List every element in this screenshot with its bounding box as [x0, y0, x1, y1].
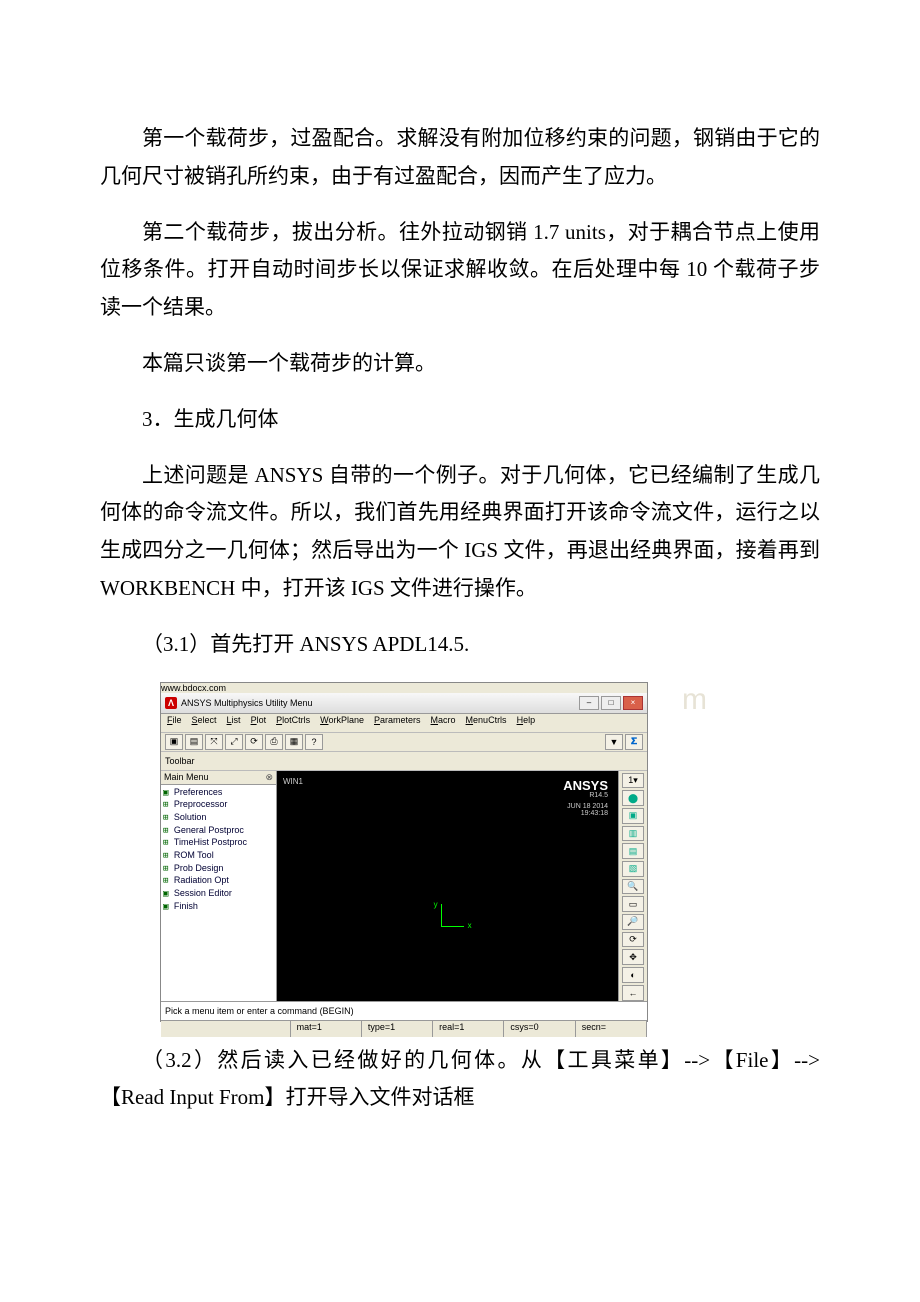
- tree-finish[interactable]: ▣ Finish: [163, 901, 274, 914]
- status-type: type=1: [362, 1021, 433, 1037]
- status-secn: secn=: [576, 1021, 647, 1037]
- toolbar-resume-icon[interactable]: ▤: [185, 734, 203, 750]
- app-icon: Λ: [165, 697, 177, 709]
- status-bar: mat=1 type=1 real=1 csys=0 secn=: [161, 1020, 647, 1037]
- status-empty: [161, 1021, 291, 1037]
- tree-timehist-postproc[interactable]: ⊞ TimeHist Postproc: [163, 837, 274, 850]
- view-zoom-box-icon[interactable]: ▭: [622, 896, 644, 912]
- view-rate-icon[interactable]: ←: [622, 985, 644, 1001]
- view-front-icon[interactable]: ▣: [622, 808, 644, 824]
- toolbar-print-icon[interactable]: ⎙: [265, 734, 283, 750]
- tree-rom-tool[interactable]: ⊞ ROM Tool: [163, 850, 274, 863]
- menu-list[interactable]: List: [227, 715, 241, 731]
- main-menu-title: Main Menu: [164, 772, 209, 783]
- view-toolbar: 1▾ ⬤ ▣ ▥ ▤ ▧ 🔍 ▭ 🔎 ⟳ ✥ ◐ ←: [618, 771, 647, 1001]
- pin-icon[interactable]: ⊗: [265, 772, 273, 783]
- ansys-brand-label: ANSYS R14.5: [563, 779, 608, 799]
- window-titlebar: Λ ANSYS Multiphysics Utility Menu – □ ×: [161, 693, 647, 714]
- ansys-screenshot: www.bdocx.com Λ ANSYS Multiphysics Utili…: [160, 682, 648, 1022]
- user-toolbar: Toolbar: [161, 752, 647, 771]
- view-zoom-in-icon[interactable]: 🔍: [622, 879, 644, 895]
- toolbar-report-icon[interactable]: ▦: [285, 734, 303, 750]
- heading-generate-geometry: 3．生成几何体: [100, 401, 820, 439]
- viewport-window-label: WIN1: [283, 777, 303, 786]
- menu-file[interactable]: File: [167, 715, 182, 731]
- tree-prob-design[interactable]: ⊞ Prob Design: [163, 863, 274, 876]
- view-top-icon[interactable]: ▤: [622, 843, 644, 859]
- tree-radiation-opt[interactable]: ⊞ Radiation Opt: [163, 875, 274, 888]
- status-real: real=1: [433, 1021, 504, 1037]
- command-prompt[interactable]: Pick a menu item or enter a command (BEG…: [161, 1001, 647, 1020]
- menu-workplane[interactable]: WorkPlane: [320, 715, 364, 731]
- maximize-button[interactable]: □: [601, 696, 621, 710]
- toolbar-raise-icon[interactable]: ▼: [605, 734, 623, 750]
- watermark-text: www.bdocx.com: [161, 683, 647, 693]
- document-page: 第一个载荷步，过盈配合。求解没有附加位移约束的问题，钢销由于它的几何尺寸被销孔所…: [0, 0, 920, 1302]
- paragraph-step-3-2: （3.2）然后读入已经做好的几何体。从【工具菜单】-->【File】-->【Re…: [100, 1042, 820, 1118]
- close-button[interactable]: ×: [623, 696, 643, 710]
- minimize-button[interactable]: –: [579, 696, 599, 710]
- window-title: ANSYS Multiphysics Utility Menu: [181, 698, 579, 708]
- tree-solution[interactable]: ⊞ Solution: [163, 812, 274, 825]
- main-menu-pane: Main Menu ⊗ ▣ Preferences ⊞ Preprocessor…: [161, 771, 277, 1001]
- menu-help[interactable]: Help: [517, 715, 536, 731]
- view-fit-icon[interactable]: ⬤: [622, 790, 644, 806]
- graphics-viewport[interactable]: WIN1 ANSYS R14.5 JUN 18 2014 19:43:18 y …: [277, 771, 618, 1001]
- standard-toolbar: ▣ ▤ ⤧ ⤢ ⟳ ⎙ ▦ ? ▼ 𝚺: [161, 733, 647, 752]
- status-mat: mat=1: [291, 1021, 362, 1037]
- paragraph-example-explain: 上述问题是 ANSYS 自带的一个例子。对于几何体，它已经编制了生成几何体的命令…: [100, 457, 820, 608]
- menu-select[interactable]: Select: [192, 715, 217, 731]
- tree-session-editor[interactable]: ▣ Session Editor: [163, 888, 274, 901]
- toolbar-zoom-icon[interactable]: ⤢: [225, 734, 243, 750]
- view-back-icon[interactable]: ▧: [622, 861, 644, 877]
- toolbar-pan-icon[interactable]: ⤧: [205, 734, 223, 750]
- paragraph-load-step-1: 第一个载荷步，过盈配合。求解没有附加位移约束的问题，钢销由于它的几何尺寸被销孔所…: [100, 120, 820, 196]
- tree-general-postproc[interactable]: ⊞ General Postproc: [163, 825, 274, 838]
- view-zoom-out-icon[interactable]: 🔎: [622, 914, 644, 930]
- toolbar-contact-icon[interactable]: 𝚺: [625, 734, 643, 750]
- tree-preferences[interactable]: ▣ Preferences: [163, 787, 274, 800]
- paragraph-load-step-2: 第二个载荷步，拔出分析。往外拉动钢销 1.7 units，对于耦合节点上使用位移…: [100, 214, 820, 327]
- view-pan-icon[interactable]: ✥: [622, 949, 644, 965]
- menu-parameters[interactable]: Parameters: [374, 715, 421, 731]
- viewport-date: JUN 18 2014 19:43:18: [567, 803, 608, 817]
- toolbar-help-icon[interactable]: ?: [305, 734, 323, 750]
- menu-macro[interactable]: Macro: [431, 715, 456, 731]
- paragraph-only-first-step: 本篇只谈第一个载荷步的计算。: [100, 345, 820, 383]
- tree-preprocessor[interactable]: ⊞ Preprocessor: [163, 799, 274, 812]
- watermark-tail: m: [682, 683, 707, 717]
- menu-menuctrls[interactable]: MenuCtrls: [466, 715, 507, 731]
- menu-plotctrls[interactable]: PlotCtrls: [276, 715, 310, 731]
- user-toolbar-label: Toolbar: [165, 756, 195, 766]
- view-rotate-icon[interactable]: ⟳: [622, 932, 644, 948]
- toolbar-save-icon[interactable]: ▣: [165, 734, 183, 750]
- view-right-icon[interactable]: ▥: [622, 826, 644, 842]
- view-dynamic-icon[interactable]: ◐: [622, 967, 644, 983]
- view-iso-icon[interactable]: 1▾: [622, 773, 644, 789]
- menu-plot[interactable]: Plot: [251, 715, 267, 731]
- status-csys: csys=0: [504, 1021, 575, 1037]
- toolbar-rotate-icon[interactable]: ⟳: [245, 734, 263, 750]
- coordinate-axis-icon: y x: [441, 904, 464, 927]
- paragraph-step-3-1: （3.1）首先打开 ANSYS APDL14.5.: [100, 626, 820, 664]
- menu-bar: File Select List Plot PlotCtrls WorkPlan…: [161, 714, 647, 733]
